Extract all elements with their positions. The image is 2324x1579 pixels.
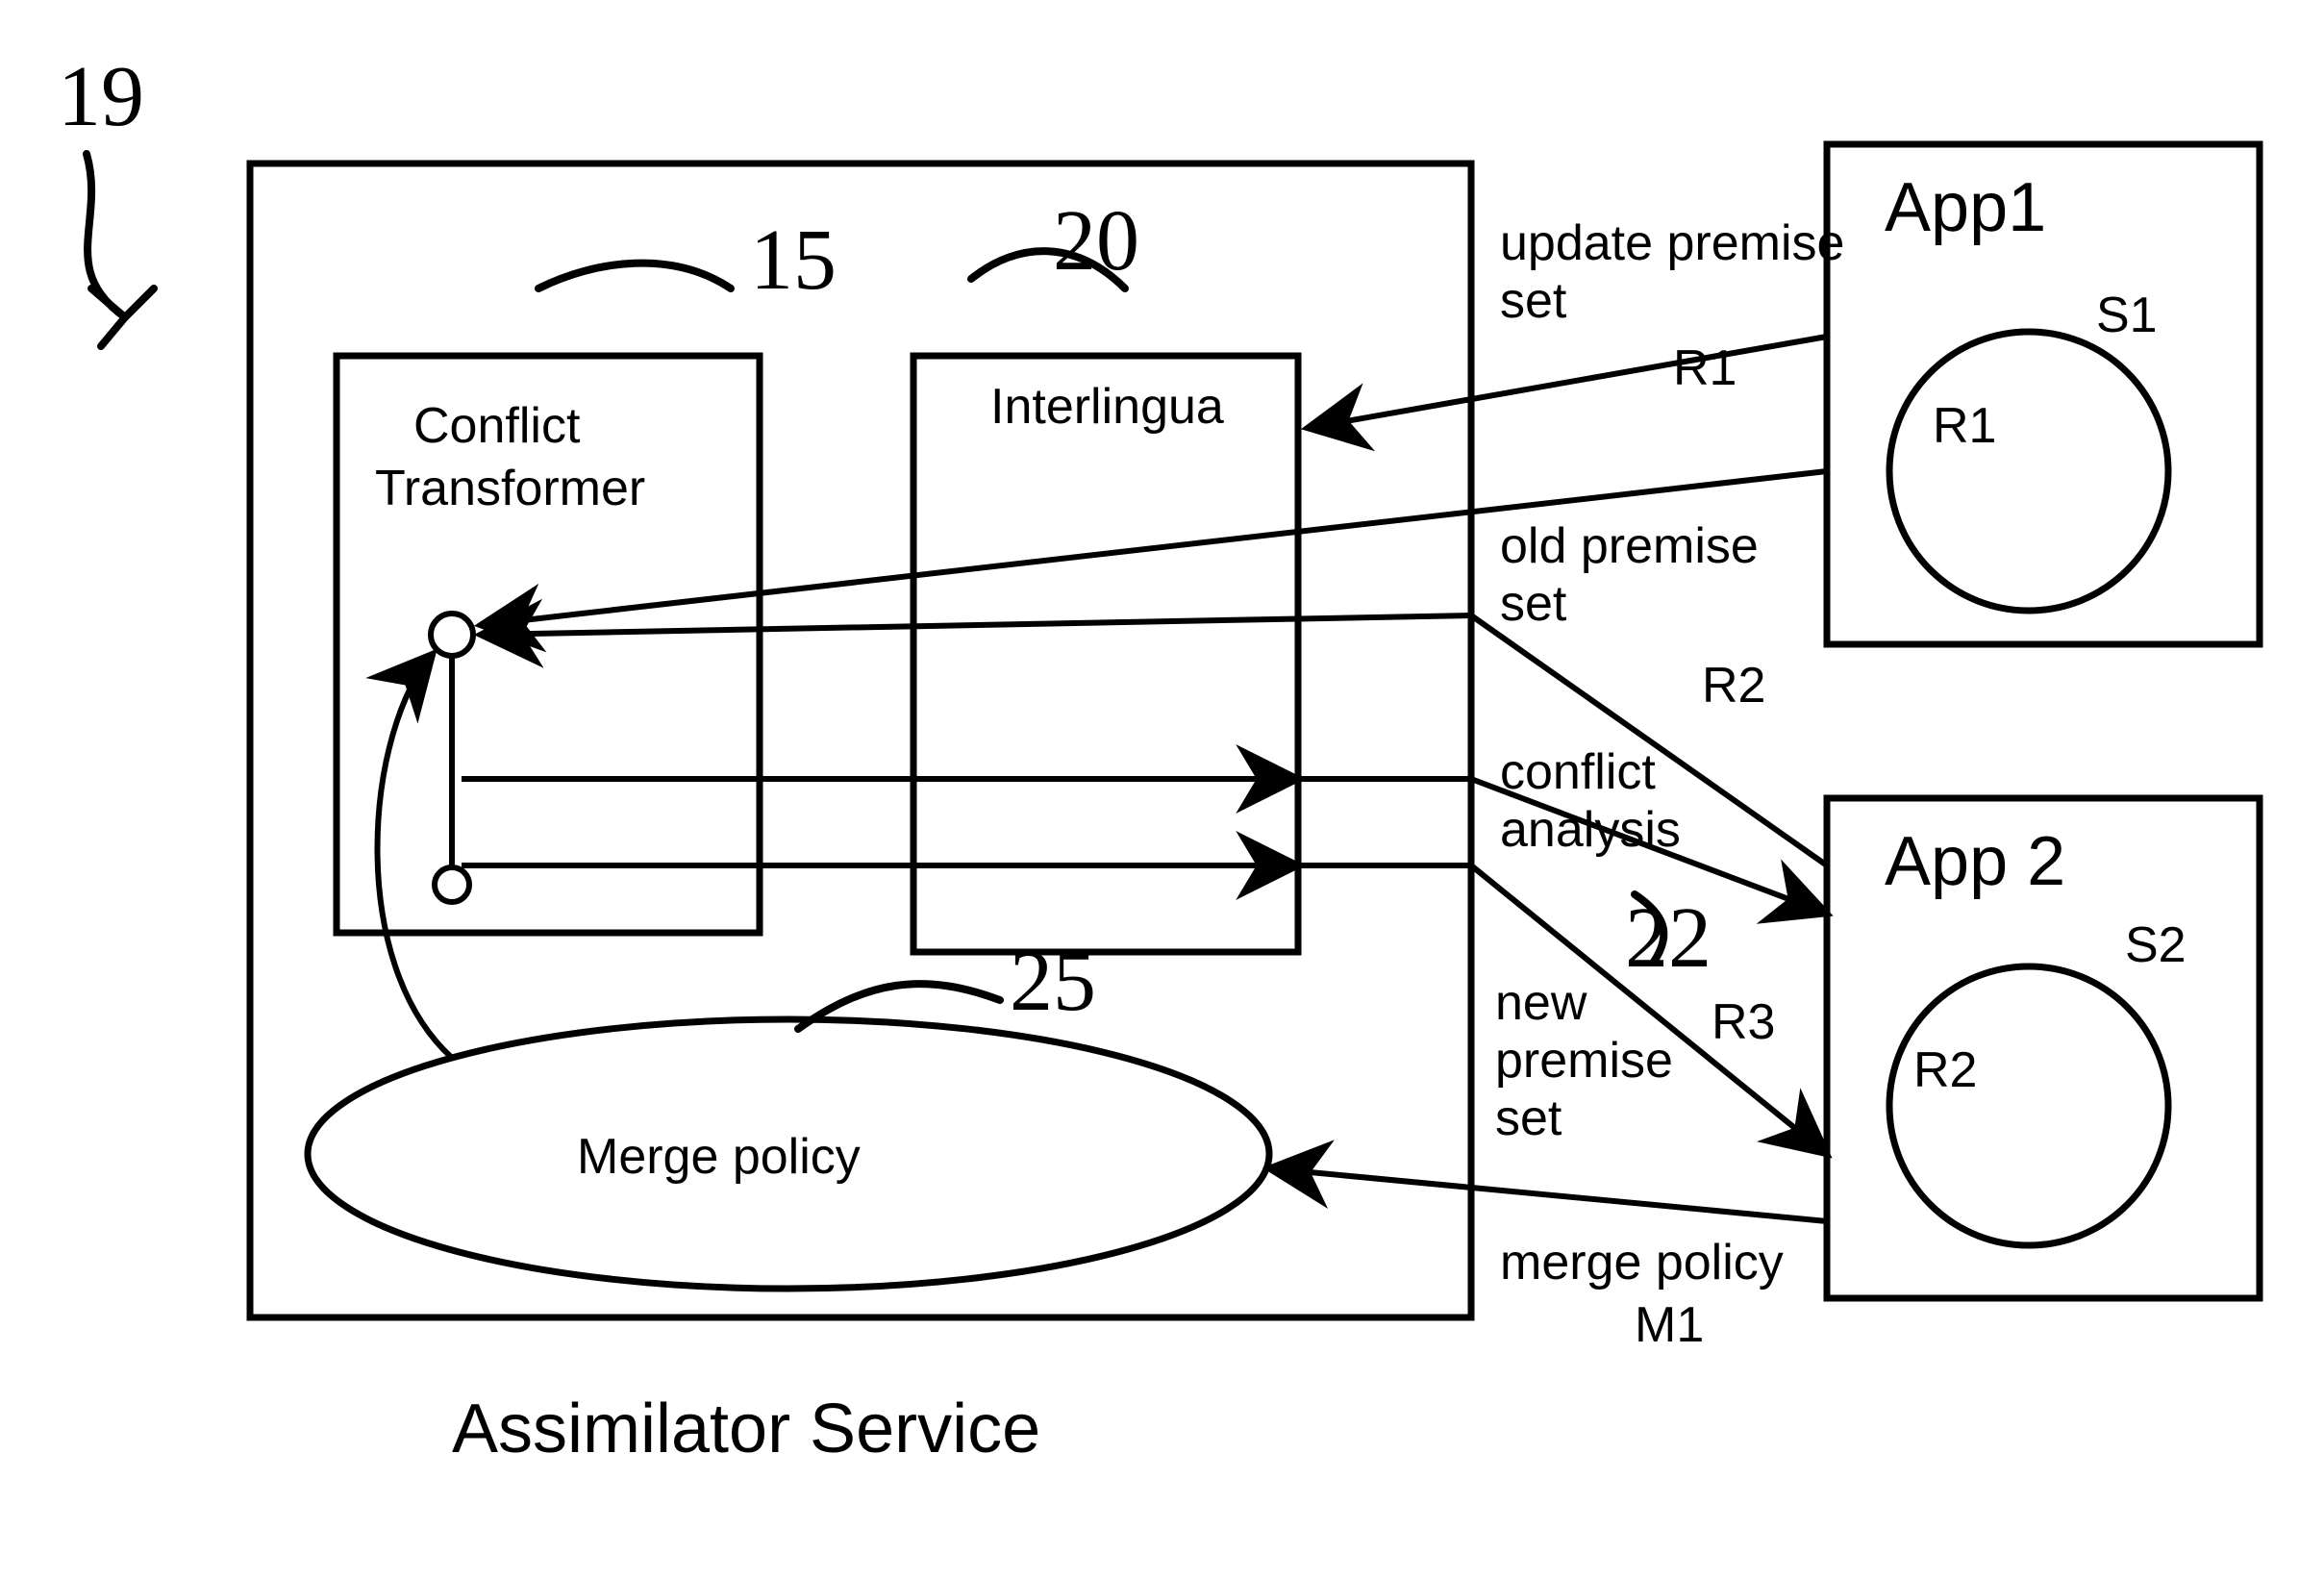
new-premise-r: R3 [1712, 994, 1775, 1050]
old-premise-line1: old premise [1500, 518, 1759, 574]
interlingua: Interlingua 20 [913, 193, 1298, 952]
new-premise-line1: new [1495, 975, 1587, 1031]
app2-circle [1889, 966, 2168, 1245]
app2-s-label: S2 [2125, 917, 2187, 973]
app2-box: App 2 S2 R2 [1827, 798, 2260, 1298]
ref-15: 15 [750, 213, 837, 308]
old-premise-r: R2 [1702, 658, 1765, 714]
ref-25: 25 [1010, 934, 1096, 1029]
app1-circle [1889, 332, 2168, 611]
app1-title: App1 [1885, 169, 2046, 246]
figure-number: 19 [58, 49, 154, 346]
figure-number-text: 19 [58, 49, 144, 144]
app2-title: App 2 [1885, 823, 2065, 900]
ct-node-top [431, 614, 473, 656]
merge-policy-line2: M1 [1635, 1297, 1704, 1353]
app2-r-label: R2 [1913, 1042, 1977, 1098]
interlingua-label: Interlingua [990, 379, 1224, 435]
merge-policy-label: Merge policy [577, 1129, 861, 1185]
update-premise-line2: set [1500, 273, 1567, 329]
old-premise-line2: set [1500, 576, 1567, 632]
conflict-analysis-line1: conflict [1500, 744, 1656, 800]
new-premise-line3: set [1495, 1090, 1562, 1146]
app1-s-label: S1 [2096, 288, 2158, 343]
conflict-transformer-label-line2: Transformer [375, 461, 645, 516]
conflict-transformer-label-line1: Conflict [413, 398, 581, 454]
conflict-transformer: Conflict Transformer 15 [337, 213, 837, 933]
arrow-update-premise: update premise set R1 [1308, 215, 1844, 428]
app1-r-label: R1 [1933, 398, 1996, 454]
conflict-analysis-line2: analysis [1500, 802, 1681, 858]
ct-node-bottom [435, 867, 469, 902]
ref-22: 22 [1625, 890, 1712, 986]
arrow-merge-policy: merge policy M1 [1269, 1168, 1827, 1353]
new-premise-line2: premise [1495, 1033, 1673, 1089]
app1-box: App1 S1 R1 [1827, 144, 2260, 644]
assimilator-box: Assimilator Service Conflict Transformer… [250, 163, 1471, 1467]
merge-policy-line1: merge policy [1500, 1235, 1784, 1291]
ref-20: 20 [1053, 193, 1139, 288]
update-premise-r: R1 [1673, 340, 1737, 396]
assimilator-title: Assimilator Service [452, 1391, 1040, 1467]
update-premise-line1: update premise [1500, 215, 1844, 271]
